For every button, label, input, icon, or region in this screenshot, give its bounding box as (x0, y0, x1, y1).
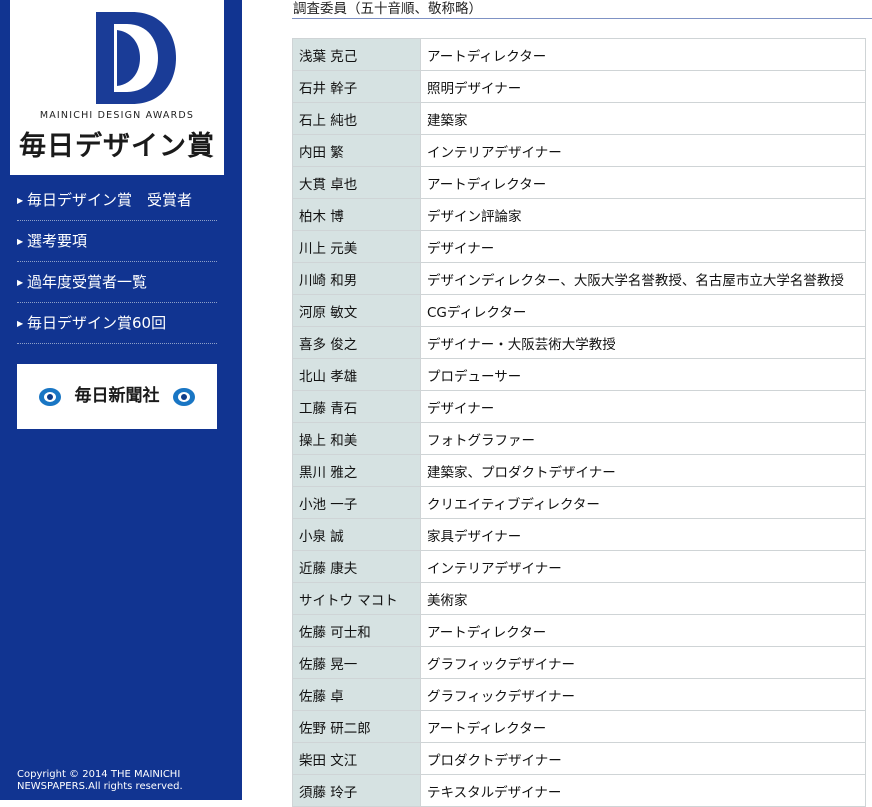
member-name: サイトウ マコト (292, 582, 421, 615)
table-row: 喜多 俊之 デザイナー・大阪芸術大学教授 (292, 326, 866, 359)
member-role: 建築家、プロダクトデザイナー (420, 454, 866, 487)
member-name: 河原 敏文 (292, 294, 421, 327)
nav-item-label: 選考要項 (27, 232, 88, 250)
table-row: 石井 幹子 照明デザイナー (292, 70, 866, 103)
table-row: 佐藤 卓グラフィックデザイナー (292, 678, 866, 711)
member-name: 佐藤 晃一 (292, 646, 421, 679)
table-row: 河原 敏文 CGディレクター (292, 294, 866, 327)
member-role: アートディレクター (420, 38, 866, 71)
member-name: 柏木 博 (292, 198, 421, 231)
table-row: 操上 和美 フォトグラファー (292, 422, 866, 455)
member-role: インテリアデザイナー (420, 134, 866, 167)
member-role: 照明デザイナー (420, 70, 866, 103)
member-role: デザインディレクター、大阪大学名誉教授、名古屋市立大学名誉教授 (420, 262, 866, 295)
committee-table-body: 浅葉 克己 アートディレクター 石井 幹子 照明デザイナー 石上 純也 建築家 内田 繁イン… (292, 38, 866, 807)
member-role: デザイン評論家 (420, 198, 866, 231)
member-role: プロデューサー (420, 358, 866, 391)
member-name: 北山 孝雄 (292, 358, 421, 391)
mainichi-emblem-icon (173, 388, 195, 406)
nav-item-label: 毎日デザイン賞60回 (27, 314, 167, 332)
member-name: 操上 和美 (292, 422, 421, 455)
committee-table: 浅葉 克己 アートディレクター 石井 幹子 照明デザイナー 石上 純也 建築家 内田 繁イン… (292, 38, 866, 807)
table-row: 浅葉 克己 アートディレクター (292, 38, 866, 71)
member-role: 美術家 (420, 582, 866, 615)
member-name: 黒川 雅之 (292, 454, 421, 487)
member-role: グラフィックデザイナー (420, 646, 866, 679)
table-row: 須藤 玲子 テキスタルデザイナー (292, 774, 866, 807)
table-row: 柴田 文江 プロダクトデザイナー (292, 742, 866, 775)
nav-item-guidelines[interactable]: ▶ 選考要項 (17, 221, 217, 262)
member-name: 佐野 研二郎 (292, 710, 421, 743)
member-role: デザイナー (420, 390, 866, 423)
arrow-right-icon: ▶ (17, 277, 24, 287)
nav-item-winners[interactable]: ▶ 毎日デザイン賞 受賞者 (17, 180, 217, 221)
member-name: 石上 純也 (292, 102, 421, 135)
member-role: グラフィックデザイナー (420, 678, 866, 711)
member-name: 川崎 和男 (292, 262, 421, 295)
table-row: 近藤 康夫 インテリアデザイナー (292, 550, 866, 583)
sidebar: MAINICHI DESIGN AWARDS 毎日デザイン賞 ▶ 毎日デザイン賞 … (0, 0, 242, 800)
table-row: 柏木 博デザイン評論家 (292, 198, 866, 231)
table-row: 小泉 誠家具デザイナー (292, 518, 866, 551)
member-name: 浅葉 克己 (292, 38, 421, 71)
table-row: 黒川 雅之 建築家、プロダクトデザイナー (292, 454, 866, 487)
table-row: 北山 孝雄 プロデューサー (292, 358, 866, 391)
table-row: 川上 元美 デザイナー (292, 230, 866, 263)
logo-japanese-text: 毎日デザイン賞 (19, 131, 215, 162)
member-role: 建築家 (420, 102, 866, 135)
section-title: 調査委員（五十音順、敬称略） (292, 0, 872, 19)
member-name: 川上 元美 (292, 230, 421, 263)
member-name: 石井 幹子 (292, 70, 421, 103)
member-role: CGディレクター (420, 294, 866, 327)
table-row: 佐藤 可士和 アートディレクター (292, 614, 866, 647)
table-row: 工藤 青石 デザイナー (292, 390, 866, 423)
member-role: アートディレクター (420, 166, 866, 199)
table-row: 大貫 卓也 アートディレクター (292, 166, 866, 199)
table-row: 小池 一子 クリエイティブディレクター (292, 486, 866, 519)
table-row: 内田 繁インテリアデザイナー (292, 134, 866, 167)
member-name: 小池 一子 (292, 486, 421, 519)
nav-item-60th[interactable]: ▶ 毎日デザイン賞60回 (17, 303, 217, 344)
member-role: アートディレクター (420, 614, 866, 647)
member-role: デザイナー (420, 230, 866, 263)
table-row: 石上 純也 建築家 (292, 102, 866, 135)
member-name: 小泉 誠 (292, 518, 421, 551)
member-name: 大貫 卓也 (292, 166, 421, 199)
main-content: 調査委員（五十音順、敬称略） 浅葉 克己 アートディレクター 石井 幹子 照明デザイナ… (292, 0, 872, 807)
member-name: 内田 繁 (292, 134, 421, 167)
site-logo[interactable]: MAINICHI DESIGN AWARDS 毎日デザイン賞 (10, 0, 224, 175)
table-row: 川崎 和男 デザインディレクター、大阪大学名誉教授、名古屋市立大学名誉教授 (292, 262, 866, 295)
member-role: インテリアデザイナー (420, 550, 866, 583)
copyright-text: Copyright © 2014 THE MAINICHI NEWSPAPERS… (17, 769, 183, 792)
nav-item-label: 毎日デザイン賞 受賞者 (27, 191, 193, 209)
arrow-right-icon: ▶ (17, 318, 24, 328)
member-role: アートディレクター (420, 710, 866, 743)
member-name: 須藤 玲子 (292, 774, 421, 807)
member-role: テキスタルデザイナー (420, 774, 866, 807)
table-row: 佐野 研二郎 アートディレクター (292, 710, 866, 743)
member-name: 近藤 康夫 (292, 550, 421, 583)
logo-d-mark-icon (96, 12, 176, 104)
member-name: 工藤 青石 (292, 390, 421, 423)
member-name: 柴田 文江 (292, 742, 421, 775)
logo-english-text: MAINICHI DESIGN AWARDS (39, 110, 195, 121)
member-role: デザイナー・大阪芸術大学教授 (420, 326, 866, 359)
member-role: プロダクトデザイナー (420, 742, 866, 775)
member-role: 家具デザイナー (420, 518, 866, 551)
member-name: 佐藤 卓 (292, 678, 421, 711)
sidebar-nav: ▶ 毎日デザイン賞 受賞者 ▶ 選考要項 ▶ 過年度受賞者一覧 ▶ 毎日デザイン賞60回 (17, 180, 217, 344)
mainichi-newspaper-banner[interactable]: 毎日新聞社 (17, 364, 217, 429)
member-role: フォトグラファー (420, 422, 866, 455)
member-role: クリエイティブディレクター (420, 486, 866, 519)
nav-item-label: 過年度受賞者一覧 (27, 273, 148, 291)
table-row: サイトウ マコト 美術家 (292, 582, 866, 615)
member-name: 佐藤 可士和 (292, 614, 421, 647)
member-name: 喜多 俊之 (292, 326, 421, 359)
arrow-right-icon: ▶ (17, 195, 24, 205)
table-row: 佐藤 晃一 グラフィックデザイナー (292, 646, 866, 679)
arrow-right-icon: ▶ (17, 236, 24, 246)
nav-item-past-winners[interactable]: ▶ 過年度受賞者一覧 (17, 262, 217, 303)
